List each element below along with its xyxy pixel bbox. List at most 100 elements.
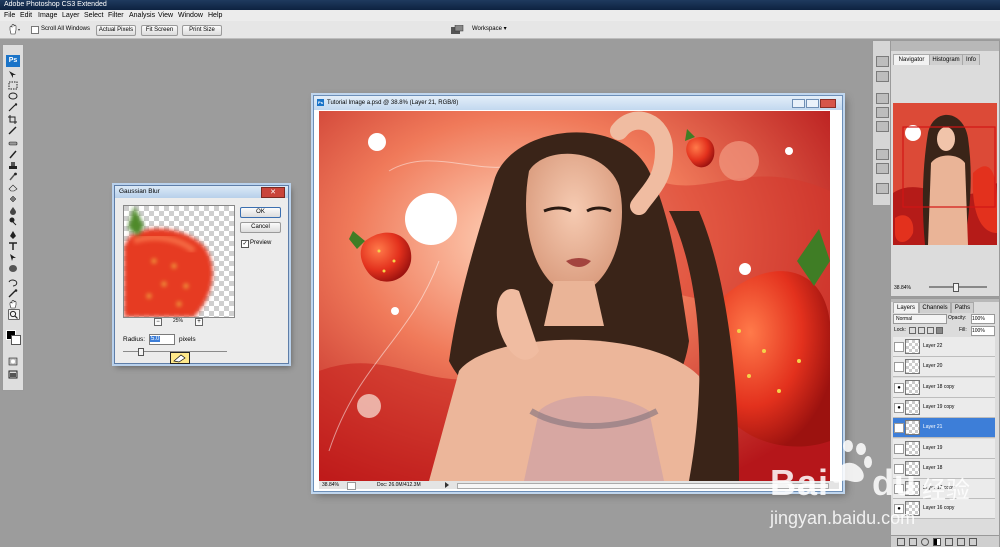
cancel-button[interactable]: Cancel — [240, 222, 281, 233]
ps-logo: Ps — [6, 55, 20, 67]
eraser-tool-icon[interactable] — [8, 183, 18, 192]
maximize-button[interactable] — [806, 99, 819, 108]
tab-info[interactable]: Info — [962, 54, 980, 65]
tab-paths[interactable]: Paths — [951, 302, 974, 313]
watermark-brand-2: du — [872, 462, 916, 503]
paragraph-panel-icon[interactable] — [876, 163, 889, 174]
navigator-panel-header[interactable] — [891, 41, 999, 51]
paint-bucket-tool-icon[interactable] — [8, 195, 18, 204]
history-brush-tool-icon[interactable] — [8, 172, 18, 181]
menu-filter[interactable]: Filter — [108, 11, 124, 20]
image-canvas[interactable] — [319, 111, 830, 481]
stamp-tool-icon[interactable] — [8, 161, 18, 170]
zoom-tool-icon[interactable] — [8, 309, 20, 320]
dodge-tool-icon[interactable] — [8, 217, 18, 226]
pen-tool-icon[interactable] — [8, 231, 18, 240]
layer-row[interactable]: Layer 22 — [893, 337, 995, 357]
document-title-bar[interactable]: Ps Tutorial Image a.psd @ 38.8% (Layer 2… — [314, 96, 842, 110]
menu-file[interactable]: File — [4, 11, 15, 20]
path-selection-tool-icon[interactable] — [8, 253, 18, 262]
status-menu-arrow-icon[interactable] — [445, 482, 449, 488]
menu-edit[interactable]: Edit — [20, 11, 32, 20]
actions-panel-icon[interactable] — [876, 71, 889, 82]
lock-all-icon[interactable] — [936, 327, 943, 334]
dialog-title-bar[interactable]: Gaussian Blur ✕ — [115, 186, 288, 198]
lasso-tool-icon[interactable] — [8, 92, 18, 101]
fill-input[interactable]: 100% — [971, 326, 995, 336]
tab-histogram[interactable]: Histogram — [929, 54, 963, 65]
preview-checkbox[interactable]: ✓ — [241, 240, 249, 248]
crop-tool-icon[interactable] — [8, 115, 18, 124]
zoom-out-button[interactable]: − — [154, 318, 162, 326]
blur-tool-icon[interactable] — [8, 206, 18, 215]
menu-image[interactable]: Image — [38, 11, 57, 20]
layer-thumbnail — [905, 379, 920, 395]
workspace-menu[interactable]: Workspace ▾ — [472, 25, 507, 34]
lock-position-icon[interactable] — [927, 327, 934, 334]
screen-mode-icon[interactable] — [8, 370, 18, 379]
print-size-button[interactable]: Print Size — [182, 25, 222, 36]
ok-button[interactable]: OK — [240, 207, 281, 218]
dialog-close-button[interactable]: ✕ — [261, 187, 285, 198]
blend-mode-select[interactable]: Normal — [893, 314, 947, 324]
scroll-all-windows-checkbox[interactable] — [31, 26, 39, 34]
menu-analysis[interactable]: Analysis — [129, 11, 155, 20]
lock-transparent-icon[interactable] — [909, 327, 916, 334]
navigator-zoom-thumb[interactable] — [953, 283, 959, 292]
actual-pixels-button[interactable]: Actual Pixels — [96, 25, 136, 36]
character-panel-icon[interactable] — [876, 149, 889, 160]
layer-visibility-eye-icon[interactable]: ● — [894, 423, 904, 434]
tool-presets-panel-icon[interactable] — [876, 93, 889, 104]
eyedropper-tool-icon[interactable] — [8, 289, 18, 298]
navigator-zoom-value[interactable]: 38.84% — [894, 285, 911, 291]
layer-row[interactable]: ● Layer 18 copy — [893, 377, 995, 398]
brush-tool-icon[interactable] — [8, 150, 18, 159]
radius-input[interactable]: 5.0 — [149, 334, 175, 345]
tab-channels[interactable]: Channels — [919, 302, 951, 313]
layer-comps-panel-icon[interactable] — [876, 183, 889, 194]
layer-visibility-eye-icon[interactable]: ● — [894, 402, 904, 413]
3d-rotate-tool-icon[interactable] — [8, 278, 18, 287]
navigator-thumbnail[interactable] — [893, 103, 997, 245]
menu-window[interactable]: Window — [178, 11, 203, 20]
move-tool-icon[interactable] — [8, 70, 18, 79]
magic-wand-tool-icon[interactable] — [8, 103, 18, 112]
tab-layers[interactable]: Layers — [893, 302, 919, 313]
menu-select[interactable]: Select — [84, 11, 103, 20]
quick-mask-icon[interactable] — [8, 357, 18, 366]
fit-screen-button[interactable]: Fit Screen — [141, 25, 178, 36]
marquee-tool-icon[interactable] — [8, 81, 18, 90]
brushes-panel-icon[interactable] — [876, 107, 889, 118]
opacity-input[interactable]: 100% — [971, 314, 995, 324]
slice-tool-icon[interactable] — [8, 126, 18, 135]
menu-help[interactable]: Help — [208, 11, 222, 20]
menu-view[interactable]: View — [158, 11, 173, 20]
type-tool-icon[interactable] — [8, 242, 18, 251]
watermark-url: jingyan.baidu.com — [770, 508, 916, 528]
tab-navigator[interactable]: Navigator — [893, 54, 930, 65]
workspace-icon[interactable] — [450, 24, 464, 37]
background-color-swatch[interactable] — [11, 335, 21, 345]
layer-visibility-eye-icon[interactable]: ● — [894, 382, 904, 393]
blur-preview-box[interactable] — [123, 205, 235, 318]
layer-row[interactable]: ● Layer 19 copy — [893, 397, 995, 418]
layer-visibility-eye-icon[interactable] — [894, 362, 904, 373]
healing-brush-tool-icon[interactable] — [8, 139, 18, 148]
zoom-in-button[interactable]: + — [195, 318, 203, 326]
layer-row[interactable]: ● Layer 21 — [893, 418, 995, 439]
hand-tool-icon[interactable] — [8, 300, 18, 309]
radius-slider-thumb[interactable] — [138, 348, 144, 356]
history-panel-icon[interactable] — [876, 56, 889, 67]
menu-layer[interactable]: Layer — [62, 11, 80, 20]
baidu-paw-logo — [831, 440, 872, 483]
layer-row[interactable]: Layer 20 — [893, 357, 995, 378]
hand-tool-preset-icon[interactable] — [7, 23, 21, 37]
lock-image-icon[interactable] — [918, 327, 925, 334]
dialog-title: Gaussian Blur — [119, 188, 160, 195]
layer-visibility-eye-icon[interactable] — [894, 342, 904, 352]
shape-tool-icon[interactable] — [8, 264, 18, 273]
clone-source-panel-icon[interactable] — [876, 121, 889, 132]
status-zoom[interactable]: 38.84% — [322, 481, 339, 489]
close-button[interactable] — [820, 99, 836, 108]
minimize-button[interactable] — [792, 99, 805, 108]
